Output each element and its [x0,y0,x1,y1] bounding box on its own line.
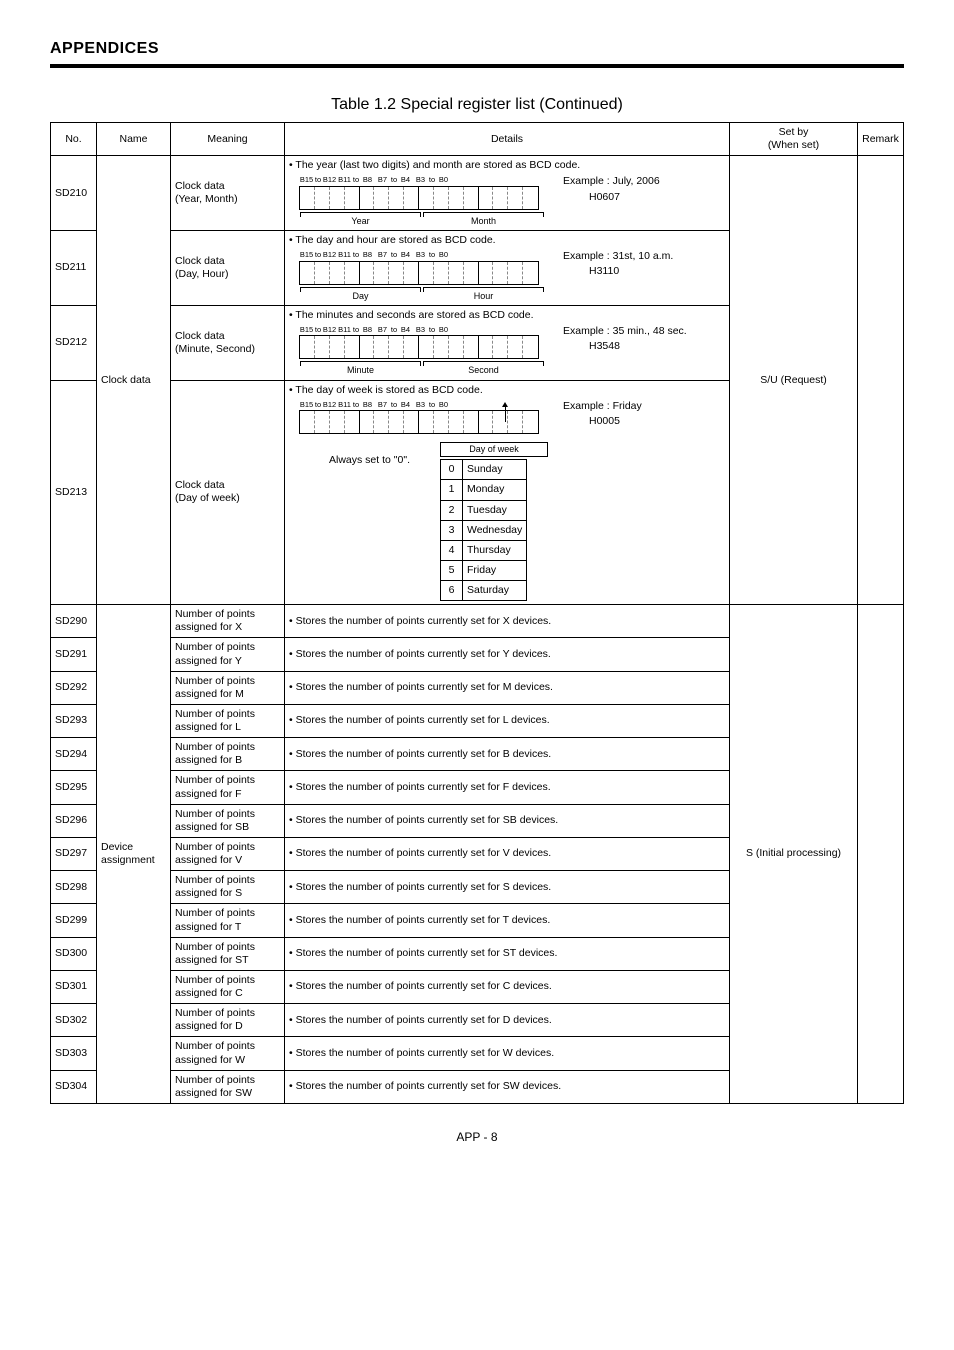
remark-cell [858,156,904,605]
meaning-cell: Number of pointsassigned for V [171,837,285,870]
meaning-cell: Number of pointsassigned for C [171,970,285,1003]
col-details: Details [285,123,730,156]
meaning-cell: Clock data(Day, Hour) [171,231,285,306]
details-cell: • Stores the number of points currently … [285,1037,730,1070]
details-cell: • Stores the number of points currently … [285,1070,730,1103]
meaning-cell: Clock data(Minute, Second) [171,305,285,380]
no-cell: SD295 [51,771,97,804]
col-setby: Set by(When set) [730,123,858,156]
meaning-cell: Number of pointsassigned for Y [171,638,285,671]
col-remark: Remark [858,123,904,156]
details-cell: • Stores the number of points currently … [285,771,730,804]
no-cell: SD292 [51,671,97,704]
details-cell: • Stores the number of points currently … [285,871,730,904]
meaning-cell: Clock data(Day of week) [171,380,285,605]
no-cell: SD211 [51,231,97,306]
no-cell: SD297 [51,837,97,870]
page-header: APPENDICES [50,40,904,68]
details-cell: • Stores the number of points currently … [285,837,730,870]
no-cell: SD301 [51,970,97,1003]
no-cell: SD290 [51,605,97,638]
details-cell: • The year (last two digits) and month a… [285,156,730,231]
no-cell: SD298 [51,871,97,904]
table-title: Table 1.2 Special register list (Continu… [50,96,904,114]
meaning-cell: Number of pointsassigned for F [171,771,285,804]
details-cell: • Stores the number of points currently … [285,704,730,737]
meaning-cell: Number of pointsassigned for M [171,671,285,704]
meaning-cell: Clock data(Year, Month) [171,156,285,231]
no-cell: SD212 [51,305,97,380]
no-cell: SD304 [51,1070,97,1103]
details-cell: • The day and hour are stored as BCD cod… [285,231,730,306]
details-cell: • Stores the number of points currently … [285,804,730,837]
details-cell: • The minutes and seconds are stored as … [285,305,730,380]
meaning-cell: Number of pointsassigned for L [171,704,285,737]
details-cell: • Stores the number of points currently … [285,638,730,671]
details-cell: • Stores the number of points currently … [285,970,730,1003]
details-cell: • The day of week is stored as BCD code.… [285,380,730,605]
table-row: SD290 Deviceassignment Number of pointsa… [51,605,904,638]
table-header-row: No. Name Meaning Details Set by(When set… [51,123,904,156]
col-no: No. [51,123,97,156]
table-row: SD210 Clock data Clock data(Year, Month)… [51,156,904,231]
details-cell: • Stores the number of points currently … [285,738,730,771]
no-cell: SD291 [51,638,97,671]
no-cell: SD300 [51,937,97,970]
meaning-cell: Number of pointsassigned for SW [171,1070,285,1103]
details-cell: • Stores the number of points currently … [285,937,730,970]
no-cell: SD302 [51,1004,97,1037]
meaning-cell: Number of pointsassigned for D [171,1004,285,1037]
no-cell: SD210 [51,156,97,231]
meaning-cell: Number of pointsassigned for W [171,1037,285,1070]
no-cell: SD213 [51,380,97,605]
name-cell: Clock data [97,156,171,605]
meaning-cell: Number of pointsassigned for B [171,738,285,771]
details-cell: • Stores the number of points currently … [285,1004,730,1037]
page-footer: APP - 8 [50,1130,904,1144]
remark-cell [858,605,904,1104]
no-cell: SD303 [51,1037,97,1070]
meaning-cell: Number of pointsassigned for ST [171,937,285,970]
meaning-cell: Number of pointsassigned for T [171,904,285,937]
details-cell: • Stores the number of points currently … [285,605,730,638]
setby-cell: S (Initial processing) [730,605,858,1104]
no-cell: SD294 [51,738,97,771]
no-cell: SD299 [51,904,97,937]
register-table: No. Name Meaning Details Set by(When set… [50,122,904,1104]
name-cell: Deviceassignment [97,605,171,1104]
col-meaning: Meaning [171,123,285,156]
col-name: Name [97,123,171,156]
no-cell: SD296 [51,804,97,837]
setby-cell: S/U (Request) [730,156,858,605]
meaning-cell: Number of pointsassigned for S [171,871,285,904]
details-cell: • Stores the number of points currently … [285,671,730,704]
no-cell: SD293 [51,704,97,737]
meaning-cell: Number of pointsassigned for SB [171,804,285,837]
meaning-cell: Number of pointsassigned for X [171,605,285,638]
details-cell: • Stores the number of points currently … [285,904,730,937]
